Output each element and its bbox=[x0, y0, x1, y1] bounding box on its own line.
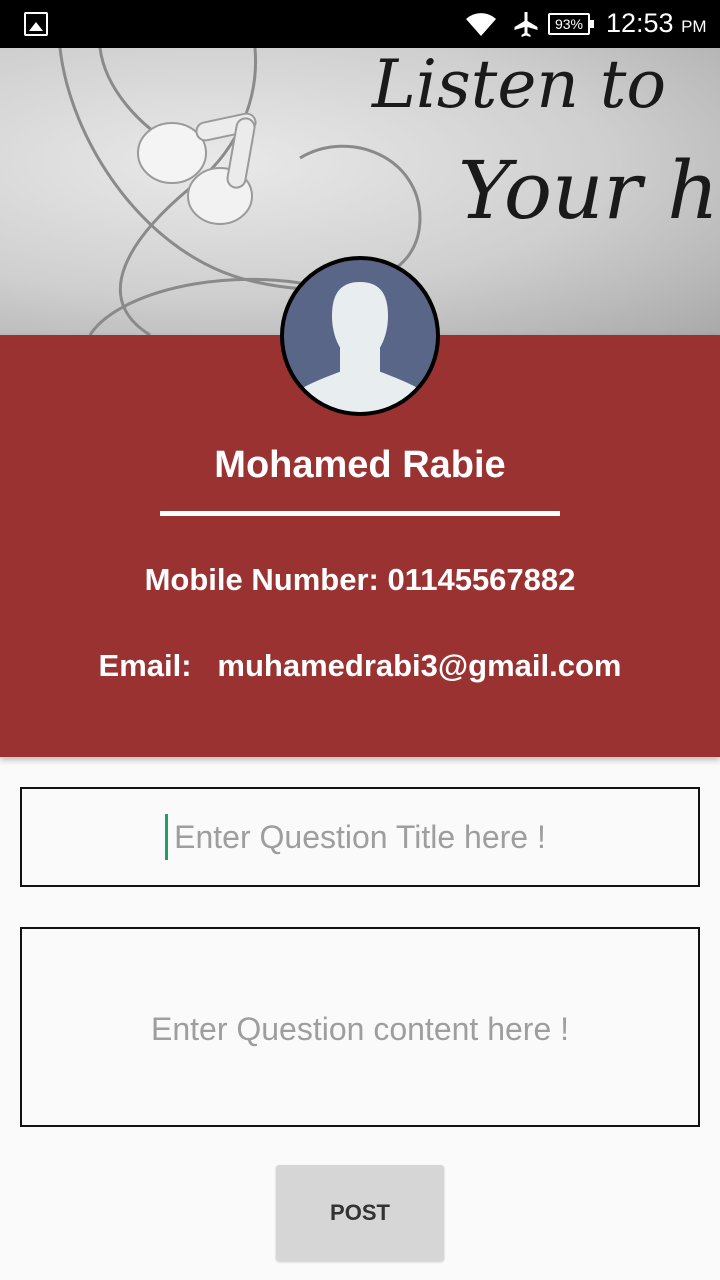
status-bar: 93% 12:53 PM bbox=[0, 0, 720, 48]
wifi-icon bbox=[466, 13, 496, 36]
hero-text-line-1: Listen to bbox=[372, 48, 667, 123]
gallery-icon bbox=[24, 12, 48, 36]
name-divider bbox=[160, 511, 560, 516]
person-silhouette-icon bbox=[284, 282, 436, 412]
email-address: Email: muhamedrabi3@gmail.com bbox=[98, 648, 622, 683]
clock-ampm: PM bbox=[681, 17, 707, 36]
question-content-input[interactable] bbox=[20, 927, 700, 1127]
clock: 12:53 PM bbox=[606, 8, 707, 39]
avatar[interactable] bbox=[280, 256, 440, 416]
text-cursor bbox=[165, 814, 168, 860]
mobile-number: Mobile Number: 01145567882 bbox=[144, 562, 576, 597]
post-button[interactable]: POST bbox=[276, 1165, 444, 1261]
airplane-mode-icon bbox=[514, 12, 538, 37]
clock-time: 12:53 bbox=[606, 8, 674, 38]
question-title-input[interactable] bbox=[20, 787, 700, 887]
hero-text-line-2: Your hea bbox=[458, 144, 720, 237]
battery-icon: 93% bbox=[548, 13, 594, 35]
profile-name: Mohamed Rabie bbox=[214, 444, 506, 486]
